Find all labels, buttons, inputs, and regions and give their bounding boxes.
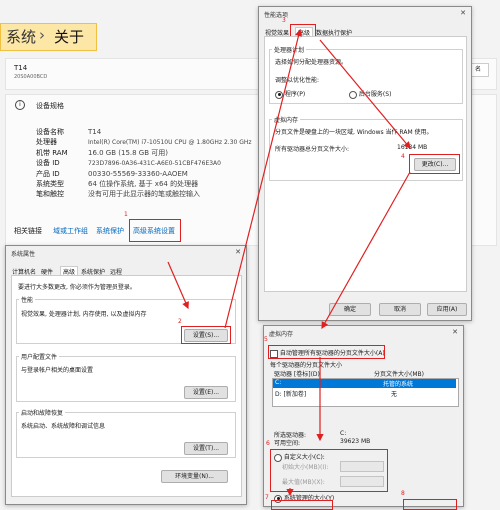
arrow-2-to-3 [224, 28, 303, 329]
arrow-4-to-5 [321, 171, 411, 330]
annotation-arrows [167, 28, 411, 497]
arrow-3-to-4 [319, 39, 411, 149]
arrow-1-to-2 [167, 261, 189, 310]
